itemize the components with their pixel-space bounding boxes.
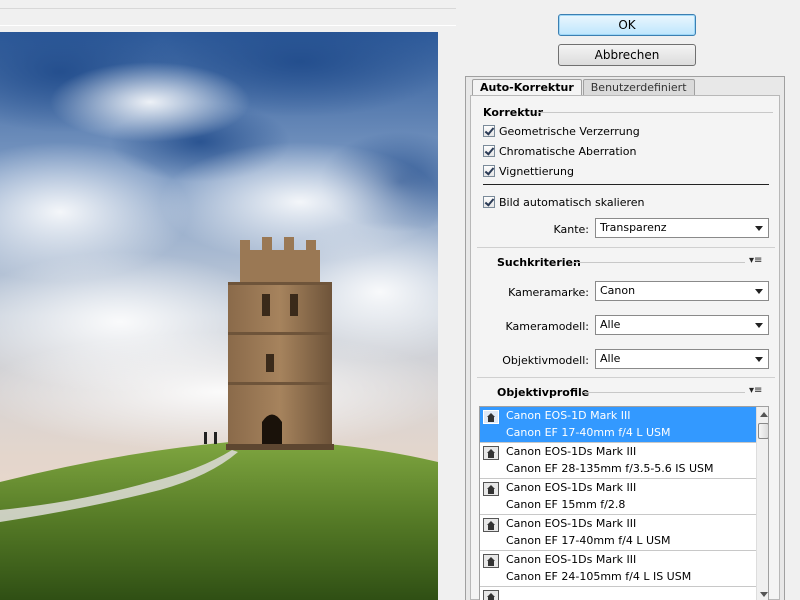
scroll-down-icon[interactable]	[760, 592, 768, 597]
auto-scale-checkbox[interactable]: Bild automatisch skalieren	[483, 194, 645, 210]
checkmark-icon[interactable]	[483, 196, 495, 208]
objektivmodell-select[interactable]: Alle	[595, 349, 769, 369]
landscape-photo	[0, 32, 438, 600]
kante-label: Kante:	[553, 223, 589, 236]
tab-auto-korrektur[interactable]: Auto-Korrektur	[472, 79, 582, 96]
chevron-down-icon	[755, 357, 763, 362]
list-scrollbar[interactable]	[756, 407, 768, 600]
camera-profile-icon	[483, 482, 499, 496]
checkmark-icon[interactable]	[483, 145, 495, 157]
preview-toolbar	[0, 0, 456, 32]
tab-bar: Auto-Korrektur Benutzerdefiniert	[472, 79, 696, 96]
list-item[interactable]: Canon EOS-1Ds Mark III Canon EF 24-105mm…	[480, 551, 756, 587]
checkmark-icon[interactable]	[483, 125, 495, 137]
camera-profile-icon	[483, 554, 499, 568]
kameramodell-value: Alle	[600, 318, 621, 331]
kante-select[interactable]: Transparenz	[595, 218, 769, 238]
chevron-down-icon	[755, 226, 763, 231]
tower	[226, 237, 334, 450]
profile-camera: Canon EOS-1Ds Mark III	[506, 553, 637, 566]
camera-profile-icon	[483, 446, 499, 460]
korrektur-rule	[537, 112, 773, 113]
checkbox-label: Chromatische Aberration	[499, 144, 637, 158]
vignettierung-checkbox[interactable]: Vignettierung	[483, 163, 574, 179]
toolbar-divider	[0, 8, 456, 26]
list-item[interactable]: Canon EOS-1D Mark III Canon EF 17-40mm f…	[480, 407, 756, 443]
checkmark-icon[interactable]	[483, 165, 495, 177]
scroll-up-icon[interactable]	[760, 412, 768, 417]
korrektur-title: Korrektur	[483, 106, 544, 119]
profile-lens: Canon EF 24-105mm f/4 L IS USM	[506, 570, 692, 583]
list-item[interactable]	[480, 587, 756, 600]
kameramarke-label: Kameramarke:	[508, 286, 589, 299]
tab-content: Korrektur Geometrische Verzerrung Chroma…	[470, 95, 780, 600]
objektivmodell-value: Alle	[600, 352, 621, 365]
tab-benutzerdefiniert[interactable]: Benutzerdefiniert	[582, 79, 695, 95]
objektivprofile-title: Objektivprofile	[497, 386, 590, 399]
panel-menu-icon[interactable]: ▾≡	[749, 385, 762, 396]
camera-profile-icon	[483, 410, 499, 424]
suchkriterien-top-rule	[477, 247, 775, 248]
checkbox-label: Bild automatisch skalieren	[499, 195, 645, 209]
kameramodell-select[interactable]: Alle	[595, 315, 769, 335]
camera-profile-icon	[483, 518, 499, 532]
objektivprofile-top-rule	[477, 377, 775, 378]
settings-panel: Auto-Korrektur Benutzerdefiniert Korrekt…	[465, 76, 785, 600]
list-item[interactable]: Canon EOS-1Ds Mark III Canon EF 17-40mm …	[480, 515, 756, 551]
suchkriterien-title: Suchkriterien	[497, 256, 581, 269]
ok-button[interactable]: OK	[558, 14, 696, 36]
checkbox-label: Vignettierung	[499, 164, 574, 178]
scroll-thumb[interactable]	[758, 423, 768, 439]
camera-profile-icon	[483, 590, 499, 600]
panel-menu-icon[interactable]: ▾≡	[749, 255, 762, 266]
profile-lens: Canon EF 28-135mm f/3.5-5.6 IS USM	[506, 462, 714, 475]
kameramodell-label: Kameramodell:	[505, 320, 589, 333]
preview-scroll-gutter	[438, 32, 456, 600]
section-divider	[483, 184, 769, 185]
profile-camera: Canon EOS-1D Mark III	[506, 409, 631, 422]
geometrische-verzerrung-checkbox[interactable]: Geometrische Verzerrung	[483, 123, 640, 139]
kante-value: Transparenz	[600, 221, 667, 234]
list-item[interactable]: Canon EOS-1Ds Mark III Canon EF 28-135mm…	[480, 443, 756, 479]
image-preview[interactable]	[0, 32, 438, 600]
profile-lens: Canon EF 17-40mm f/4 L USM	[506, 534, 671, 547]
profile-list[interactable]: Canon EOS-1D Mark III Canon EF 17-40mm f…	[479, 406, 769, 600]
profile-lens: Canon EF 15mm f/2.8	[506, 498, 626, 511]
objektivprofile-rule	[583, 392, 745, 393]
chevron-down-icon	[755, 289, 763, 294]
profile-camera: Canon EOS-1Ds Mark III	[506, 445, 637, 458]
kameramarke-value: Canon	[600, 284, 636, 297]
profile-camera: Canon EOS-1Ds Mark III	[506, 517, 637, 530]
objektivmodell-label: Objektivmodell:	[502, 354, 589, 367]
profile-camera: Canon EOS-1Ds Mark III	[506, 481, 637, 494]
kameramarke-select[interactable]: Canon	[595, 281, 769, 301]
chromatische-aberration-checkbox[interactable]: Chromatische Aberration	[483, 143, 636, 159]
profile-lens: Canon EF 17-40mm f/4 L USM	[506, 426, 671, 439]
suchkriterien-rule	[573, 262, 745, 263]
cancel-button[interactable]: Abbrechen	[558, 44, 696, 66]
checkbox-label: Geometrische Verzerrung	[499, 124, 640, 138]
list-item[interactable]: Canon EOS-1Ds Mark III Canon EF 15mm f/2…	[480, 479, 756, 515]
chevron-down-icon	[755, 323, 763, 328]
